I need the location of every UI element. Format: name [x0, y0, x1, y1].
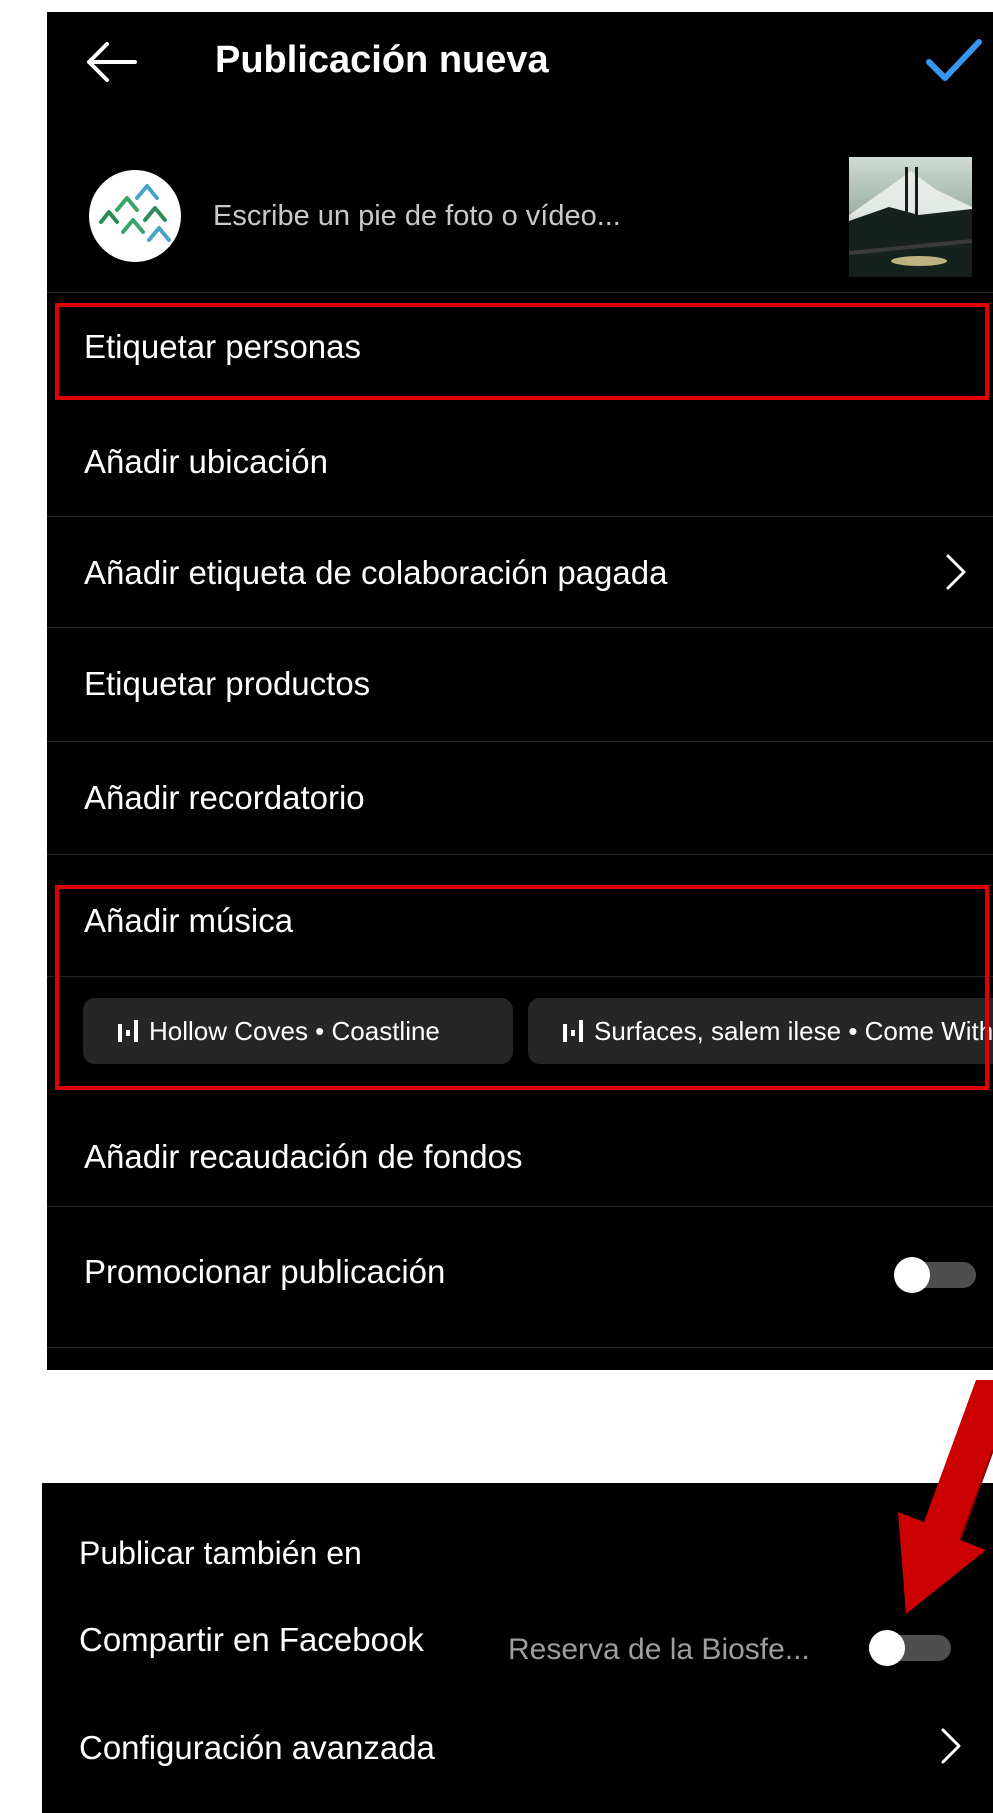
caption-row [47, 142, 993, 292]
caption-input[interactable] [213, 194, 683, 238]
add-music-row[interactable]: Añadir música [47, 855, 993, 975]
audio-bars-icon [563, 1020, 583, 1042]
mountain-logo-icon [99, 184, 171, 242]
share-facebook-toggle[interactable] [869, 1630, 955, 1666]
new-post-screen: Publicación nueva Escribe un pie de foto… [47, 12, 993, 1370]
share-facebook-label: Compartir en Facebook [79, 1621, 424, 1658]
add-location-label: Añadir ubicación [84, 443, 328, 480]
add-music-label: Añadir música [84, 902, 294, 939]
top-bar: Publicación nueva [47, 12, 993, 122]
music-suggestion-chip[interactable]: Hollow Coves • Coastline [83, 998, 513, 1064]
share-settings-panel: Publicar también en Compartir en Faceboo… [42, 1483, 993, 1813]
post-thumbnail [849, 157, 972, 277]
add-fundraiser-row[interactable]: Añadir recaudación de fondos [47, 1102, 993, 1216]
annotation-arrow-icon [898, 1380, 993, 1614]
add-reminder-row[interactable]: Añadir recordatorio [47, 742, 993, 852]
checkmark-icon[interactable] [925, 36, 983, 86]
facebook-account-name: Reserva de la Biosfe... [508, 1633, 810, 1666]
tag-products-row[interactable]: Etiquetar productos [47, 628, 993, 738]
paid-partnership-label: Añadir etiqueta de colaboración pagada [84, 554, 668, 591]
promote-post-toggle[interactable] [894, 1257, 980, 1293]
promote-post-row: Promocionar publicación [47, 1207, 993, 1347]
advanced-settings-row[interactable]: Configuración avanzada [42, 1705, 993, 1813]
toggle-knob [894, 1257, 930, 1293]
toggle-knob [869, 1630, 905, 1666]
music-suggestion-label: Surfaces, salem ilese • Come With Me [594, 1016, 993, 1046]
divider [47, 976, 993, 977]
tag-products-label: Etiquetar productos [84, 665, 371, 702]
chevron-right-icon [946, 554, 966, 590]
add-fundraiser-label: Añadir recaudación de fondos [84, 1138, 523, 1175]
music-suggestion-label: Hollow Coves • Coastline [149, 1016, 440, 1046]
promote-post-label: Promocionar publicación [84, 1253, 446, 1290]
paid-partnership-row[interactable]: Añadir etiqueta de colaboración pagada [47, 517, 993, 627]
chevron-right-icon [941, 1728, 961, 1764]
music-suggestion-chip[interactable]: Surfaces, salem ilese • Come With Me [528, 998, 993, 1064]
add-reminder-label: Añadir recordatorio [84, 779, 365, 816]
divider [47, 1347, 993, 1348]
add-location-row[interactable]: Añadir ubicación [47, 406, 993, 516]
arrow-left-icon[interactable] [83, 40, 139, 84]
section-title: Publicar también en [79, 1535, 362, 1571]
avatar [89, 170, 181, 262]
tag-people-label: Etiquetar personas [84, 328, 362, 365]
advanced-settings-label: Configuración avanzada [79, 1729, 435, 1766]
share-section-header: Publicar también en [42, 1483, 993, 1593]
audio-bars-icon [118, 1020, 138, 1042]
page-title: Publicación nueva [215, 39, 549, 81]
tag-people-row[interactable]: Etiquetar personas [47, 292, 993, 406]
